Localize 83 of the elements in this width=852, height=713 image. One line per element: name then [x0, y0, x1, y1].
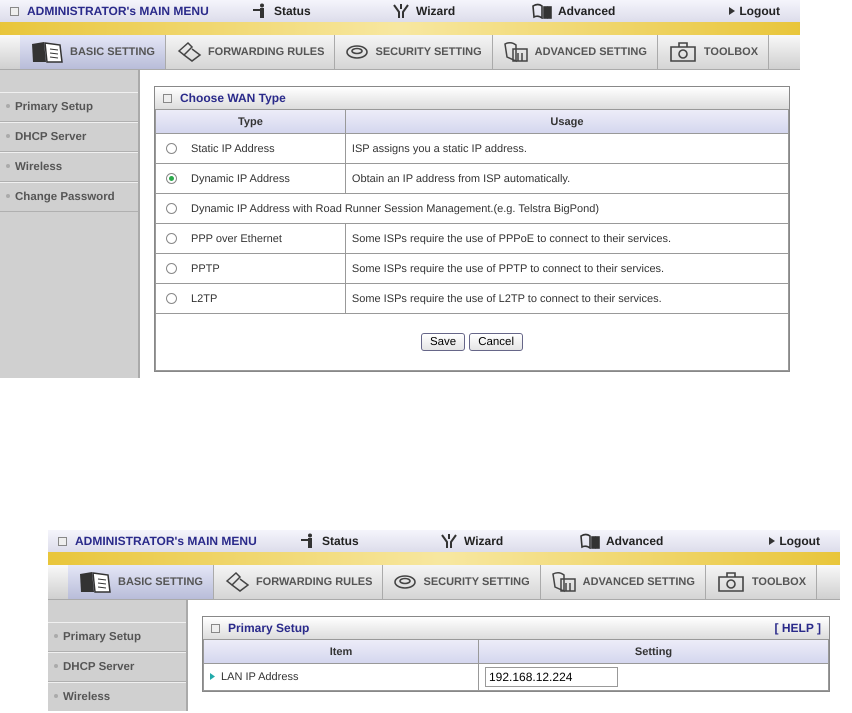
arrow-icon — [769, 537, 776, 545]
nav-tab[interactable]: TOOLBOX — [706, 565, 818, 599]
sidebar-item[interactable]: Change Password — [0, 182, 138, 212]
square-icon — [58, 536, 67, 546]
form-button[interactable]: Cancel — [469, 333, 524, 351]
square-icon — [211, 624, 220, 632]
building-icon — [502, 41, 529, 63]
sidebar-item[interactable]: Primary Setup — [48, 622, 186, 652]
nav-tab[interactable]: SECURITY SETTING — [383, 565, 541, 599]
sidebar-item[interactable]: Primary Setup — [0, 92, 138, 122]
bullet-icon — [6, 134, 10, 138]
table-cell: Some ISPs require the use of L2TP to connect to their services. — [345, 284, 788, 314]
column-header: Setting — [478, 640, 828, 664]
book-icon — [78, 570, 112, 594]
column-header: Usage — [345, 110, 788, 134]
toolbox-icon — [668, 41, 698, 63]
radio-button[interactable] — [166, 173, 177, 184]
menu-link[interactable]: Advanced — [532, 3, 672, 19]
ring-icon — [393, 573, 418, 591]
radio-button[interactable] — [166, 293, 177, 304]
menu-link[interactable]: Logout — [729, 4, 790, 18]
cards-icon — [532, 3, 552, 19]
radio-button[interactable] — [166, 233, 177, 244]
sidebar-item[interactable]: DHCP Server — [48, 652, 186, 682]
bullet-icon — [54, 694, 58, 698]
menu-title: ADMINISTRATOR's MAIN MENU — [75, 534, 258, 548]
form-button[interactable]: Save — [420, 333, 466, 351]
wan-type-label: L2TP — [191, 292, 218, 304]
table-cell: Some ISPs require the use of PPPoE to connect to their services. — [345, 224, 788, 254]
menu-link[interactable]: Logout — [769, 534, 830, 548]
wan-type-label: Static IP Address — [191, 142, 275, 154]
cards-icon — [580, 533, 600, 549]
panel-title: Primary Setup — [228, 621, 310, 635]
nav-tab[interactable]: SECURITY SETTING — [335, 35, 493, 69]
menu-link[interactable]: Status — [300, 533, 440, 549]
triangle-icon — [210, 673, 215, 680]
help-link[interactable]: [ HELP ] — [774, 621, 821, 635]
sidebar-item[interactable]: Wireless — [0, 152, 138, 182]
nav-tab[interactable]: BASIC SETTING — [68, 565, 214, 599]
nav-tab[interactable]: FORWARDING RULES — [166, 35, 336, 69]
bullet-icon — [54, 664, 58, 668]
sidebar-item[interactable]: DHCP Server — [0, 122, 138, 152]
menu-title: ADMINISTRATOR's MAIN MENU — [27, 4, 210, 18]
ring-icon — [345, 43, 370, 61]
wrench-icon — [176, 41, 202, 63]
square-icon — [10, 6, 19, 16]
menu-link[interactable]: Wizard — [440, 533, 580, 549]
wizard-icon — [440, 533, 458, 549]
table-cell: Some ISPs require the use of PPTP to connect to their services. — [345, 254, 788, 284]
arrow-icon — [729, 7, 736, 15]
wan-type-label: PPTP — [191, 262, 220, 274]
nav-tab[interactable]: ADVANCED SETTING — [492, 35, 658, 69]
panel-title: Choose WAN Type — [180, 91, 286, 105]
column-header: Item — [204, 640, 478, 664]
wrench-icon — [224, 571, 250, 593]
radio-button[interactable] — [166, 143, 177, 154]
column-header: Type — [156, 110, 346, 134]
building-icon — [550, 571, 577, 593]
menu-link[interactable]: Wizard — [392, 3, 532, 19]
book-icon — [30, 40, 64, 64]
sidebar-item[interactable]: Wireless — [48, 682, 186, 711]
wizard-icon — [392, 3, 410, 19]
setting-label: LAN IP Address — [221, 671, 298, 683]
bullet-icon — [6, 164, 10, 168]
wan-type-label: PPP over Ethernet — [191, 232, 282, 244]
table-cell: Obtain an IP address from ISP automatically. — [345, 164, 788, 194]
toolbox-icon — [716, 571, 746, 593]
square-icon — [163, 94, 172, 102]
nav-tab[interactable]: FORWARDING RULES — [214, 565, 384, 599]
nav-tab[interactable]: BASIC SETTING — [20, 35, 166, 69]
radio-button[interactable] — [166, 203, 177, 214]
menu-link[interactable]: Status — [252, 3, 392, 19]
radio-button[interactable] — [166, 263, 177, 274]
menu-link[interactable]: Advanced — [580, 533, 720, 549]
bullet-icon — [6, 104, 10, 108]
bullet-icon — [54, 634, 58, 638]
wan-type-label: Dynamic IP Address — [191, 172, 290, 184]
bullet-icon — [6, 194, 10, 198]
wan-type-label: Dynamic IP Address with Road Runner Session Management.(e.g. Telstra BigPond) — [191, 202, 600, 214]
nav-tab[interactable]: TOOLBOX — [658, 35, 770, 69]
input-field[interactable]: 192.168.12.224 — [485, 667, 618, 687]
table-cell: ISP assigns you a static IP address. — [345, 134, 788, 164]
nav-tab[interactable]: ADVANCED SETTING — [540, 565, 706, 599]
